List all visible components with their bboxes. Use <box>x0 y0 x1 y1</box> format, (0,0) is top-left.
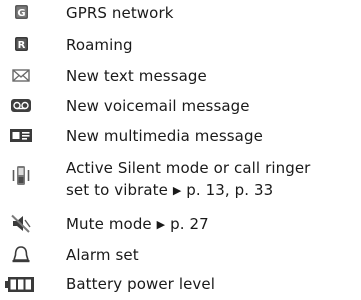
arrow-right-icon: ▶ <box>156 218 166 231</box>
indicator-label: Battery power level <box>66 275 215 293</box>
page-reference: p. 13, p. 33 <box>186 181 274 199</box>
indicator-label-line1: Active Silent mode or call ringer <box>66 159 311 177</box>
arrow-right-icon: ▶ <box>172 184 182 197</box>
indicator-label: New voicemail message <box>66 97 250 115</box>
indicator-label-line2: set to vibrate ▶ p. 13, p. 33 <box>66 179 310 202</box>
page-reference: p. 27 <box>170 215 209 233</box>
indicator-label: GPRS network <box>66 4 174 22</box>
indicator-label: Active Silent mode or call ringer set to… <box>66 157 310 202</box>
indicator-label: Alarm set <box>66 246 139 264</box>
vibrate-icon <box>8 165 34 187</box>
indicator-label: New multimedia message <box>66 127 263 145</box>
mute-speaker-icon <box>8 213 34 235</box>
roaming-icon: R <box>8 34 34 56</box>
indicator-label: Mute mode ▶ p. 27 <box>66 213 209 236</box>
svg-text:G: G <box>17 8 25 19</box>
alarm-bell-icon <box>8 244 34 266</box>
voicemail-icon <box>8 95 34 117</box>
status-icon-legend: G GPRS network R Roaming New text messag… <box>0 0 361 300</box>
indicator-label-text: set to vibrate <box>66 181 168 199</box>
envelope-icon <box>8 65 34 87</box>
svg-text:R: R <box>18 40 26 51</box>
indicator-label: Roaming <box>66 36 133 54</box>
indicator-label: New text message <box>66 67 207 85</box>
battery-icon <box>4 273 36 295</box>
indicator-label-text: Mute mode <box>66 215 152 233</box>
multimedia-message-icon <box>8 125 34 147</box>
gprs-network-icon: G <box>8 2 34 24</box>
